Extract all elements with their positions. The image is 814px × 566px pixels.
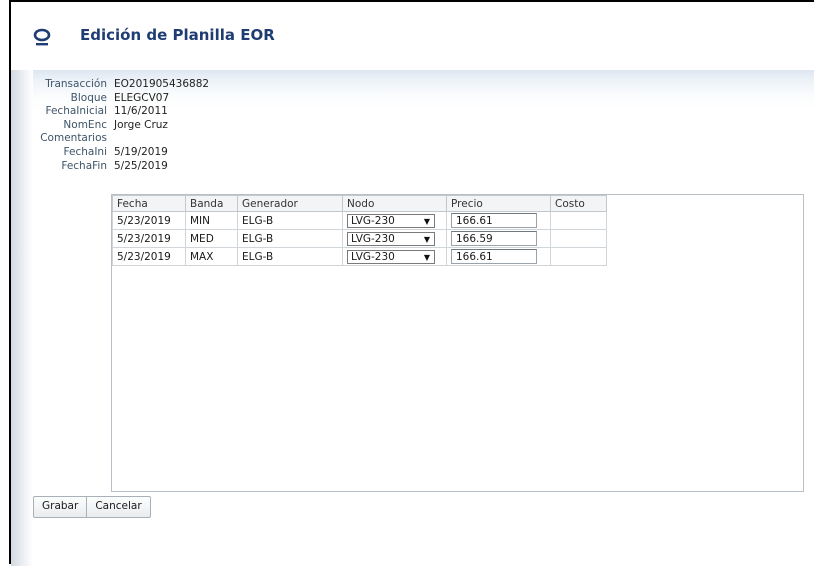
page-title: Edición de Planilla EOR bbox=[80, 26, 275, 44]
column-header-precio[interactable]: Precio bbox=[446, 195, 551, 212]
form-row-transaccion: Transacción EO201905436882 bbox=[11, 78, 311, 92]
nodo-select-value: LVG-230 bbox=[351, 250, 395, 263]
column-header-costo[interactable]: Costo bbox=[550, 195, 607, 212]
column-header-generador[interactable]: Generador bbox=[237, 195, 343, 212]
form-value: 11/6/2011 bbox=[114, 105, 168, 118]
oracle-ring-icon bbox=[33, 28, 51, 46]
cell-generador: ELG-B bbox=[237, 229, 343, 248]
planilla-table: Fecha Banda Generador Nodo Precio Costo … bbox=[112, 195, 607, 266]
cell-banda: MIN bbox=[185, 211, 238, 230]
cell-banda: MAX bbox=[185, 247, 238, 266]
cell-precio: 166.59 bbox=[446, 229, 551, 248]
table-header-row: Fecha Banda Generador Nodo Precio Costo bbox=[112, 195, 607, 212]
cell-nodo: LVG-230 ▼ bbox=[342, 211, 447, 230]
cell-costo bbox=[550, 247, 607, 266]
cell-fecha: 5/23/2019 bbox=[112, 229, 186, 248]
table-row[interactable]: 5/23/2019 MAX ELG-B LVG-230 ▼ 166.61 bbox=[112, 247, 607, 266]
form-row-fechafin: FechaFin 5/25/2019 bbox=[11, 160, 311, 174]
column-header-nodo[interactable]: Nodo bbox=[342, 195, 447, 212]
form-label: FechaIni bbox=[63, 145, 107, 158]
cell-fecha: 5/23/2019 bbox=[112, 211, 186, 230]
column-header-banda[interactable]: Banda bbox=[185, 195, 238, 212]
cancel-button[interactable]: Cancelar bbox=[86, 497, 149, 517]
precio-input[interactable]: 166.61 bbox=[451, 249, 537, 264]
cell-nodo: LVG-230 ▼ bbox=[342, 229, 447, 248]
dropdown-arrow-icon[interactable]: ▼ bbox=[424, 251, 430, 264]
form-label: Bloque bbox=[70, 91, 107, 104]
form-label: Transacción bbox=[45, 78, 107, 90]
header-form: Transacción EO201905436882 Bloque ELEGCV… bbox=[11, 78, 311, 173]
cell-costo bbox=[550, 229, 607, 248]
form-label: NomEnc bbox=[63, 118, 107, 131]
cell-generador: ELG-B bbox=[237, 211, 343, 230]
cell-precio: 166.61 bbox=[446, 211, 551, 230]
form-row-bloque: Bloque ELEGCV07 bbox=[11, 92, 311, 106]
dropdown-arrow-icon[interactable]: ▼ bbox=[424, 233, 430, 246]
cell-nodo: LVG-230 ▼ bbox=[342, 247, 447, 266]
cell-fecha: 5/23/2019 bbox=[112, 247, 186, 266]
nodo-select[interactable]: LVG-230 ▼ bbox=[347, 213, 435, 228]
table-panel: Fecha Banda Generador Nodo Precio Costo … bbox=[111, 194, 804, 492]
form-value: ELEGCV07 bbox=[114, 91, 170, 104]
form-value: Jorge Cruz bbox=[114, 118, 168, 131]
nodo-select[interactable]: LVG-230 ▼ bbox=[347, 249, 435, 264]
form-label: FechaFin bbox=[61, 159, 107, 172]
nodo-select-value: LVG-230 bbox=[351, 214, 395, 227]
cell-precio: 166.61 bbox=[446, 247, 551, 266]
save-button[interactable]: Grabar bbox=[34, 497, 86, 517]
column-header-fecha[interactable]: Fecha bbox=[112, 195, 186, 212]
form-value: 5/25/2019 bbox=[114, 159, 168, 172]
form-row-nomenc: NomEnc Jorge Cruz bbox=[11, 119, 311, 133]
table-row[interactable]: 5/23/2019 MED ELG-B LVG-230 ▼ 166.59 bbox=[112, 229, 607, 248]
nodo-select[interactable]: LVG-230 ▼ bbox=[347, 231, 435, 246]
page-header: Edición de Planilla EOR bbox=[11, 2, 814, 66]
form-value: EO201905436882 bbox=[114, 78, 210, 90]
cell-costo bbox=[550, 211, 607, 230]
button-bar: Grabar Cancelar bbox=[33, 496, 151, 518]
form-row-fechaini: FechaIni 5/19/2019 bbox=[11, 146, 311, 160]
form-row-fechainicial: FechaInicial 11/6/2011 bbox=[11, 105, 311, 119]
precio-input[interactable]: 166.61 bbox=[451, 213, 537, 228]
form-row-comentarios: Comentarios bbox=[11, 132, 311, 146]
nodo-select-value: LVG-230 bbox=[351, 232, 395, 245]
precio-input[interactable]: 166.59 bbox=[451, 231, 537, 246]
form-value: 5/19/2019 bbox=[114, 145, 168, 158]
form-label: FechaInicial bbox=[45, 105, 108, 118]
cell-generador: ELG-B bbox=[237, 247, 343, 266]
table-row[interactable]: 5/23/2019 MIN ELG-B LVG-230 ▼ 166.61 bbox=[112, 211, 607, 230]
dropdown-arrow-icon[interactable]: ▼ bbox=[424, 215, 430, 228]
cell-banda: MED bbox=[185, 229, 238, 248]
application-frame: Edición de Planilla EOR Transacción EO20… bbox=[9, 0, 814, 566]
form-label: Comentarios bbox=[40, 132, 107, 145]
